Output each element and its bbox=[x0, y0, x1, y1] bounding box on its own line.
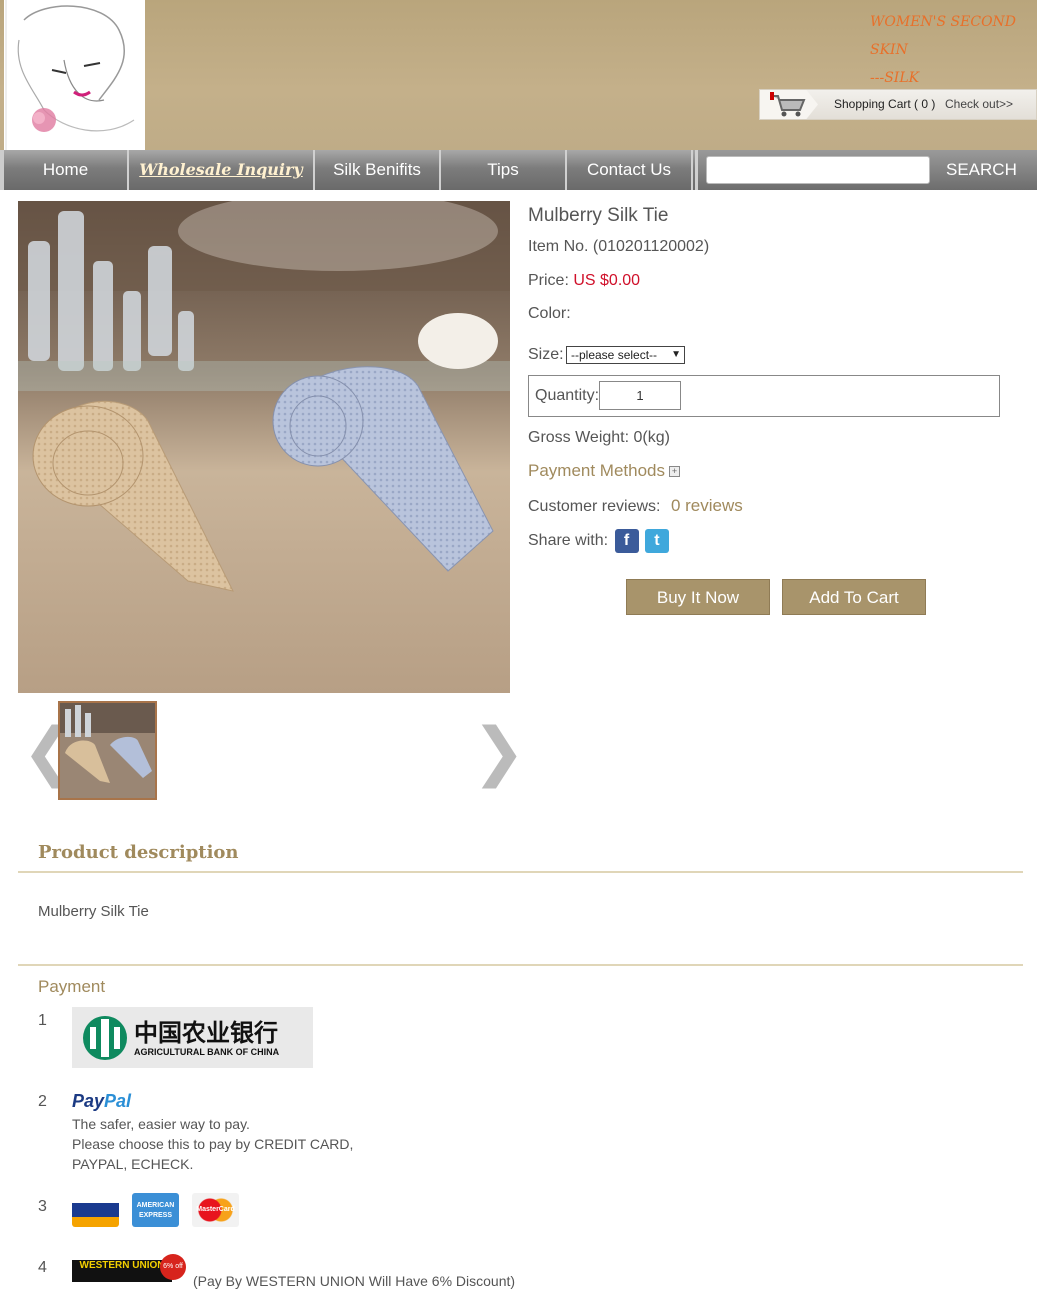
description-divider bbox=[18, 871, 1023, 873]
western-union-note: (Pay By WESTERN UNION Will Have 6% Disco… bbox=[193, 1273, 516, 1289]
size-select-value: --please select-- bbox=[571, 348, 658, 362]
discount-badge: 6% off bbox=[160, 1254, 186, 1280]
tagline-line-1: WOMEN'S SECOND SKIN bbox=[870, 14, 1017, 58]
color-label: Color: bbox=[528, 305, 571, 322]
payment-number-2: 2 bbox=[38, 1093, 47, 1110]
nav-wholesale-inquiry[interactable]: Wholesale Inquiry bbox=[129, 150, 315, 190]
cart-tab[interactable] bbox=[760, 90, 818, 119]
facebook-icon[interactable]: f bbox=[614, 529, 639, 553]
quantity-box: Quantity: 1 bbox=[528, 375, 1000, 417]
amex-card-icon: AMERICAN EXPRESS bbox=[132, 1193, 179, 1227]
reviews-link[interactable]: 0 reviews bbox=[671, 496, 743, 515]
nav-left-edge bbox=[0, 150, 4, 190]
tagline-line-2: ---SILK bbox=[870, 70, 920, 86]
abc-name-en: AGRICULTURAL BANK OF CHINA bbox=[134, 1047, 280, 1057]
payment-divider bbox=[18, 964, 1023, 966]
checkout-link[interactable]: Check out>> bbox=[945, 97, 1013, 111]
quantity-label: Quantity: bbox=[535, 387, 600, 404]
payment-methods-label: Payment Methods bbox=[528, 461, 666, 480]
paypal-description: The safer, easier way to pay. Please cho… bbox=[72, 1114, 353, 1174]
visa-card-icon: VISA bbox=[72, 1193, 119, 1227]
paypal-line-1: The safer, easier way to pay. bbox=[72, 1116, 250, 1132]
payment-number-3: 3 bbox=[38, 1198, 47, 1215]
product-title: Mulberry Silk Tie bbox=[528, 205, 669, 226]
product-description-heading: Product description bbox=[38, 842, 239, 863]
product-thumbnail[interactable] bbox=[58, 701, 157, 800]
thumbnail-photo-icon bbox=[60, 703, 155, 798]
search-bar: SEARCH bbox=[695, 150, 1037, 190]
thumbnail-next-arrow-icon[interactable]: ❯ bbox=[472, 712, 526, 792]
gross-weight: Gross Weight: 0(kg) bbox=[528, 429, 670, 446]
abc-name-cn: 中国农业银行 bbox=[134, 1019, 278, 1047]
quantity-input[interactable]: 1 bbox=[599, 381, 681, 410]
payment-number-4: 4 bbox=[38, 1259, 47, 1276]
payment-number-1: 1 bbox=[38, 1012, 47, 1029]
price-value: US $0.00 bbox=[573, 272, 641, 289]
nav-contact-us[interactable]: Contact Us bbox=[567, 150, 693, 190]
product-main-image[interactable] bbox=[18, 201, 510, 693]
nav-silk-benifits[interactable]: Silk Benifits bbox=[315, 150, 441, 190]
payment-methods-toggle[interactable]: Payment Methods + bbox=[528, 461, 681, 481]
chevron-down-icon: ▼ bbox=[671, 349, 681, 360]
paypal-line-2: Please choose this to pay by CREDIT CARD… bbox=[72, 1136, 354, 1152]
price-label: Price: bbox=[528, 272, 569, 289]
agricultural-bank-logo: 中国农业银行 AGRICULTURAL BANK OF CHINA bbox=[72, 1007, 313, 1068]
nav-home[interactable]: Home bbox=[4, 150, 129, 190]
search-button[interactable]: SEARCH bbox=[946, 150, 1017, 190]
abc-emblem-icon bbox=[83, 1016, 127, 1060]
paypal-logo-pal: Pal bbox=[104, 1091, 132, 1111]
buy-it-now-button[interactable]: Buy It Now bbox=[626, 579, 770, 615]
customer-reviews-label: Customer reviews: bbox=[528, 498, 661, 515]
logo-woman-illustration-icon bbox=[5, 0, 135, 150]
silk-ties-photo-icon bbox=[18, 201, 510, 693]
size-select[interactable]: --please select-- ▼ bbox=[566, 346, 685, 364]
nav-tips[interactable]: Tips bbox=[441, 150, 567, 190]
shopping-cart-icon bbox=[770, 92, 806, 117]
paypal-logo-pay: Pay bbox=[72, 1091, 105, 1111]
shopping-cart-link[interactable]: Shopping Cart ( 0 ) bbox=[834, 97, 935, 111]
paypal-line-3: PAYPAL, ECHECK. bbox=[72, 1156, 194, 1172]
size-label: Size: bbox=[528, 346, 564, 363]
twitter-icon[interactable]: t bbox=[644, 529, 669, 553]
plus-icon[interactable]: + bbox=[669, 466, 681, 478]
site-logo[interactable] bbox=[4, 0, 145, 150]
search-input[interactable] bbox=[706, 156, 930, 184]
item-number: Item No. (010201120002) bbox=[528, 238, 710, 255]
add-to-cart-button[interactable]: Add To Cart bbox=[782, 579, 926, 615]
share-row: Share with: f t bbox=[528, 529, 669, 553]
customer-reviews-row: Customer reviews: 0 reviews bbox=[528, 496, 743, 516]
mastercard-icon: MasterCard bbox=[192, 1193, 239, 1227]
site-tagline: WOMEN'S SECOND SKIN ---SILK bbox=[870, 8, 1037, 92]
share-label: Share with: bbox=[528, 532, 609, 550]
western-union-logo: WESTERN UNION bbox=[72, 1260, 172, 1282]
payment-heading: Payment bbox=[38, 977, 106, 996]
paypal-logo: PayPal bbox=[72, 1091, 131, 1112]
shopping-cart-bar: Shopping Cart ( 0 ) Check out>> bbox=[759, 89, 1037, 120]
product-description-text: Mulberry Silk Tie bbox=[38, 903, 149, 920]
price-row: Price: US $0.00 bbox=[528, 272, 640, 290]
